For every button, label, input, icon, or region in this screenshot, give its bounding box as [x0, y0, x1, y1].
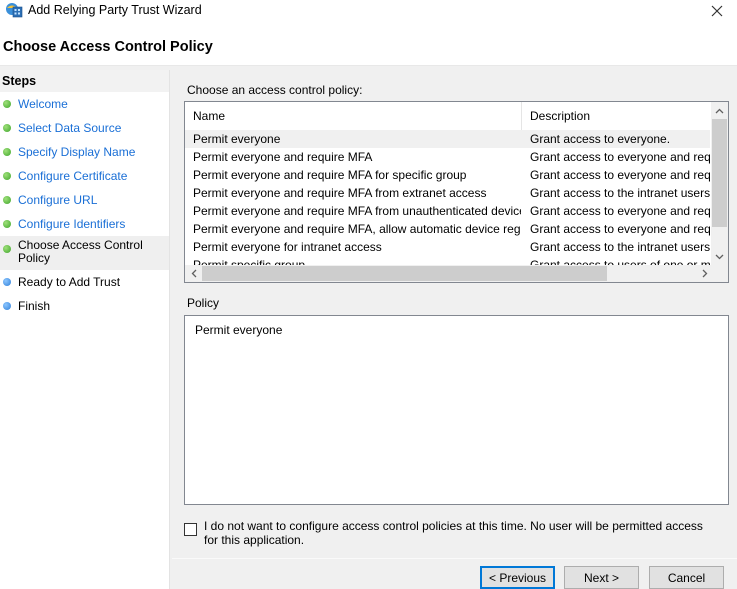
horizontal-scroll-thumb[interactable] — [202, 266, 607, 281]
row-description: Grant access to everyone and requir — [530, 222, 710, 236]
wizard-app-icon — [6, 3, 23, 18]
scroll-up-button[interactable] — [711, 102, 728, 119]
step-label: Finish — [18, 299, 51, 313]
completed-dot-icon — [3, 172, 11, 180]
completed-dot-icon — [3, 220, 11, 228]
chevron-right-icon — [702, 269, 707, 278]
horizontal-scrollbar[interactable] — [185, 265, 713, 282]
completed-dot-icon — [3, 148, 11, 156]
close-icon — [711, 5, 723, 17]
list-rows: Permit everyone Grant access to everyone… — [185, 130, 710, 274]
completed-dot-icon — [3, 100, 11, 108]
policy-label: Policy — [187, 296, 220, 310]
scrollbar-corner — [711, 265, 728, 282]
page-title: Choose Access Control Policy — [3, 39, 213, 55]
policy-detail-text: Permit everyone — [195, 323, 283, 337]
row-description: Grant access to everyone and requir — [530, 204, 710, 218]
row-name: Permit everyone and require MFA — [193, 150, 373, 164]
wizard-header: Choose Access Control Policy — [0, 22, 737, 66]
current-dot-icon — [3, 245, 11, 253]
scroll-left-button[interactable] — [185, 265, 202, 282]
policy-list[interactable]: Name Description Permit everyone Grant a… — [184, 101, 729, 283]
step-label: Welcome — [18, 97, 68, 111]
list-row[interactable]: Permit everyone and require MFA from ext… — [185, 184, 710, 202]
list-header: Name Description — [185, 102, 710, 130]
completed-dot-icon — [3, 196, 11, 204]
list-row[interactable]: Permit everyone and require MFA from una… — [185, 202, 710, 220]
steps-panel: Steps Welcome Select Data Source Specify… — [0, 70, 170, 589]
step-label: Ready to Add Trust — [18, 275, 121, 289]
completed-dot-icon — [3, 124, 11, 132]
step-label: Configure URL — [18, 193, 98, 207]
step-label: Choose Access Control Policy — [18, 238, 143, 265]
vertical-scrollbar[interactable] — [711, 102, 728, 265]
list-row[interactable]: Permit everyone Grant access to everyone… — [185, 130, 710, 148]
step-select-data-source[interactable]: Select Data Source — [0, 116, 169, 140]
list-row[interactable]: Permit everyone for intranet access Gran… — [185, 238, 710, 256]
scroll-down-button[interactable] — [711, 248, 728, 265]
chevron-up-icon — [715, 108, 724, 113]
row-description: Grant access to everyone. — [530, 132, 671, 146]
step-configure-url[interactable]: Configure URL — [0, 188, 169, 212]
list-row[interactable]: Permit everyone and require MFA for spec… — [185, 166, 710, 184]
row-description: Grant access to the intranet users an — [530, 186, 710, 200]
row-name: Permit everyone and require MFA, allow a… — [193, 222, 521, 236]
step-specify-display-name[interactable]: Specify Display Name — [0, 140, 169, 164]
column-header-description[interactable]: Description — [522, 102, 710, 130]
row-name: Permit everyone — [193, 132, 281, 146]
cancel-button[interactable]: Cancel — [649, 566, 724, 589]
chevron-left-icon — [191, 269, 196, 278]
pending-dot-icon — [3, 278, 11, 286]
pending-dot-icon — [3, 302, 11, 310]
vertical-scroll-thumb[interactable] — [712, 119, 727, 227]
footer-divider — [172, 558, 737, 559]
row-description: Grant access to the intranet users. — [530, 240, 710, 254]
row-name: Permit everyone and require MFA from una… — [193, 204, 521, 218]
step-choose-access-control-policy: Choose Access Control Policy — [0, 236, 169, 270]
step-configure-certificate[interactable]: Configure Certificate — [0, 164, 169, 188]
main-panel: Choose an access control policy: Name De… — [172, 70, 737, 589]
step-ready-to-add-trust: Ready to Add Trust — [0, 270, 169, 294]
step-welcome[interactable]: Welcome — [0, 92, 169, 116]
opt-out-checkbox[interactable] — [184, 523, 197, 536]
close-button[interactable] — [697, 0, 737, 22]
opt-out-label[interactable]: I do not want to configure access contro… — [204, 519, 714, 547]
step-label: Configure Identifiers — [18, 217, 126, 231]
step-label: Select Data Source — [18, 121, 122, 135]
list-row[interactable]: Permit everyone and require MFA Grant ac… — [185, 148, 710, 166]
steps-header: Steps — [0, 70, 169, 92]
list-row[interactable]: Permit everyone and require MFA, allow a… — [185, 220, 710, 238]
wizard-body: Steps Welcome Select Data Source Specify… — [0, 66, 737, 589]
row-description: Grant access to everyone and requir — [530, 150, 710, 164]
opt-out-row: I do not want to configure access contro… — [184, 519, 724, 547]
title-bar: Add Relying Party Trust Wizard — [0, 0, 737, 22]
step-configure-identifiers[interactable]: Configure Identifiers — [0, 212, 169, 236]
window-title: Add Relying Party Trust Wizard — [28, 3, 202, 17]
next-button[interactable]: Next > — [564, 566, 639, 589]
previous-button[interactable]: < Previous — [480, 566, 555, 589]
step-finish: Finish — [0, 294, 169, 318]
column-header-name[interactable]: Name — [185, 102, 522, 130]
policy-list-prompt: Choose an access control policy: — [187, 83, 363, 97]
chevron-down-icon — [715, 254, 724, 259]
step-label: Configure Certificate — [18, 169, 128, 183]
step-label: Specify Display Name — [18, 145, 136, 159]
row-description: Grant access to everyone and requir — [530, 168, 710, 182]
row-name: Permit everyone for intranet access — [193, 240, 382, 254]
policy-detail-box: Permit everyone — [184, 315, 729, 505]
row-name: Permit everyone and require MFA from ext… — [193, 186, 487, 200]
row-name: Permit everyone and require MFA for spec… — [193, 168, 467, 182]
